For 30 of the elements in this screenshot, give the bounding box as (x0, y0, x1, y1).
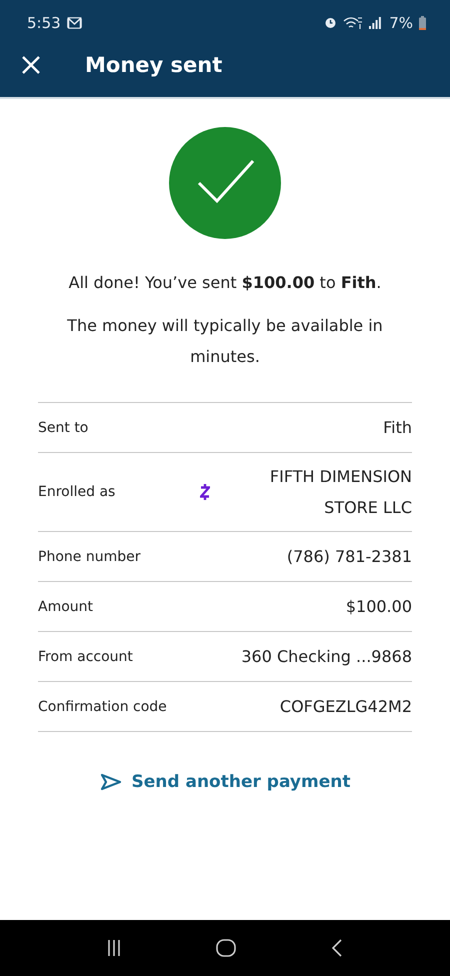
send-icon (100, 773, 122, 791)
availability-note: The money will typically be available in minutes. (66, 315, 384, 368)
wifi-icon (343, 16, 364, 30)
detail-label: Sent to (38, 420, 90, 436)
alarm-icon (324, 16, 338, 29)
status-time: 5:53 (27, 14, 61, 32)
detail-value: $100.00 (344, 597, 412, 616)
detail-label: Amount (38, 598, 94, 614)
screen-title: Money sent (85, 53, 222, 77)
detail-label: Phone number (38, 548, 142, 564)
home-icon[interactable] (216, 939, 236, 957)
detail-label: Enrolled as (38, 484, 116, 500)
checkmark-icon (169, 127, 281, 239)
detail-label: Confirmation code (38, 698, 168, 714)
close-icon[interactable] (21, 55, 41, 75)
signal-icon (369, 16, 382, 28)
battery-percent: 7% (389, 14, 413, 32)
detail-value: Fith (382, 418, 412, 437)
detail-label: From account (38, 648, 134, 664)
battery-icon (419, 16, 426, 30)
mail-icon (66, 16, 82, 28)
back-icon[interactable] (330, 939, 343, 957)
detail-value: (786) 781-2381 (286, 547, 412, 566)
recent-apps-icon[interactable] (107, 940, 122, 956)
send-another-payment-link[interactable]: Send another payment (96, 768, 354, 796)
detail-value: 360 Checking ...9868 (240, 647, 412, 666)
zelle-icon (200, 484, 210, 500)
confirmation-message: All done! You’ve sent $100.00 to Fith. (68, 273, 382, 292)
detail-value: FIFTH DIMENSION STORE LLC (268, 466, 412, 519)
detail-value: COFGEZLG42M2 (278, 697, 412, 716)
